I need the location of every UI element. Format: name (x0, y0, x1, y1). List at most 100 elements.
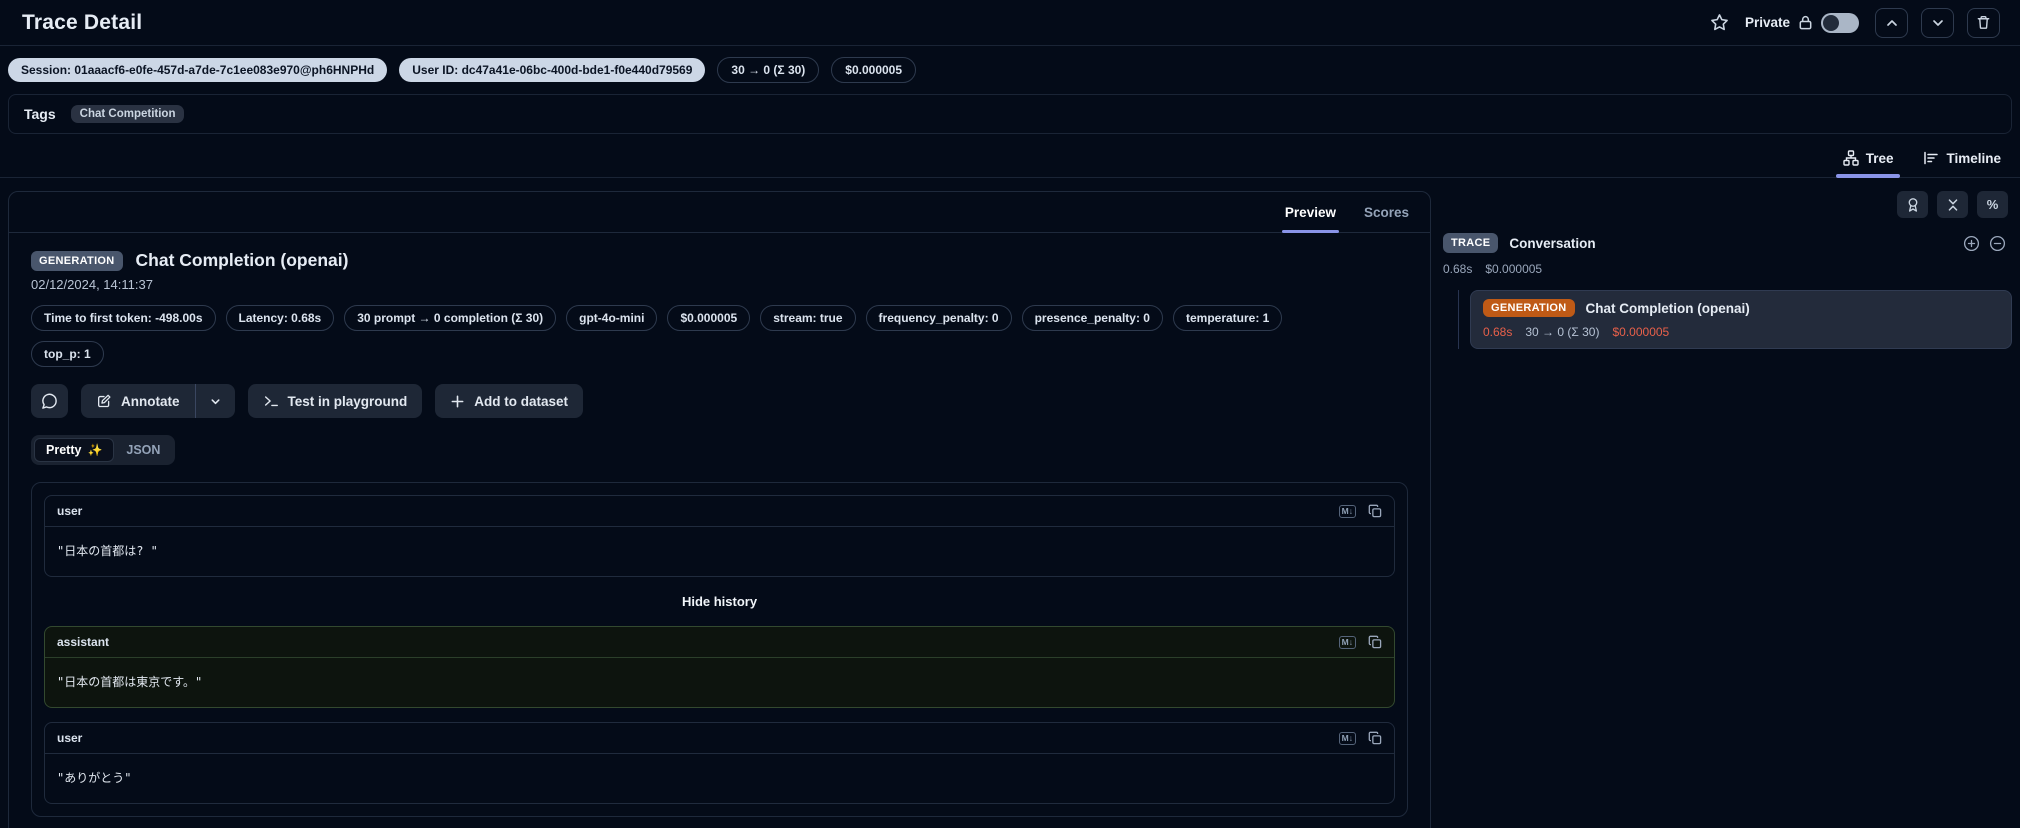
message-role: user (57, 731, 83, 745)
test-in-playground-button[interactable]: Test in playground (247, 384, 423, 418)
badge-temperature: temperature: 1 (1172, 305, 1283, 331)
annotate-dropdown-button[interactable] (194, 384, 235, 418)
annotate-split-button: Annotate (81, 384, 235, 418)
previous-trace-button[interactable] (1875, 7, 1908, 38)
messages-container: user M↓ "日本の首都は? " Hide history assistan… (31, 482, 1408, 817)
message-role: user (57, 504, 83, 518)
trace-tree-sidebar: % TRACE Conversation 0.68s $0.000005 GEN… (1443, 191, 2012, 349)
comments-button[interactable] (31, 384, 68, 418)
observation-title-row: GENERATION Chat Completion (openai) (31, 250, 1408, 271)
percent-icon: % (1986, 197, 1999, 212)
test-in-playground-label: Test in playground (287, 393, 408, 409)
generation-cost: $0.000005 (1612, 325, 1670, 339)
badge-frequency-penalty: frequency_penalty: 0 (865, 305, 1012, 331)
trace-title: Conversation (1509, 235, 1596, 251)
message-header-icons: M↓ (1338, 731, 1382, 745)
chevron-down-icon (1932, 19, 1943, 26)
generation-row-header: GENERATION Chat Completion (openai) (1483, 299, 1999, 317)
privacy-control: Private (1744, 12, 1859, 33)
generation-type-badge: GENERATION (31, 250, 123, 271)
generation-tree-row[interactable]: GENERATION Chat Completion (openai) 0.68… (1470, 290, 2012, 349)
format-json-segment[interactable]: JSON (114, 438, 172, 462)
format-pretty-label: Pretty (46, 443, 82, 457)
format-pretty-segment[interactable]: Pretty ✨ (34, 438, 115, 462)
message-header: user M↓ (45, 723, 1394, 754)
trace-latency: 0.68s (1443, 262, 1473, 276)
sidebar-toolbar: % (1443, 191, 2012, 218)
collapse-all-button[interactable] (1937, 191, 1968, 218)
generation-latency: 0.68s (1483, 325, 1513, 339)
edit-pencil-icon (98, 394, 111, 408)
message-header: user M↓ (45, 496, 1394, 527)
format-toggle: Pretty ✨ JSON (31, 435, 176, 465)
sparkles-icon: ✨ (87, 443, 103, 457)
chevron-up-icon (1886, 19, 1897, 26)
tab-timeline-label: Timeline (1946, 150, 2001, 166)
top-bar-actions: Private (1710, 7, 2000, 38)
copy-icon[interactable] (1368, 504, 1382, 518)
terminal-icon (264, 396, 278, 407)
markdown-toggle-icon[interactable]: M↓ (1338, 635, 1356, 649)
markdown-toggle-icon[interactable]: M↓ (1338, 731, 1356, 745)
message-content: "ありがとう" (57, 771, 132, 785)
observation-timestamp: 02/12/2024, 14:11:37 (31, 277, 153, 292)
copy-icon[interactable] (1368, 635, 1382, 649)
expand-all-plus-icon[interactable] (1963, 235, 1980, 252)
tab-tree[interactable]: Tree (1835, 148, 1901, 178)
delete-trace-button[interactable] (1967, 7, 2000, 38)
actions-row: Annotate Test in playground Add to datas… (31, 384, 1408, 418)
annotate-label: Annotate (121, 393, 180, 409)
privacy-toggle[interactable] (1821, 12, 1859, 33)
next-trace-button[interactable] (1921, 7, 1954, 38)
comment-bubble-icon (42, 393, 57, 409)
timeline-icon (1924, 151, 1939, 165)
scores-medal-button[interactable] (1897, 191, 1928, 218)
annotate-button[interactable]: Annotate (81, 384, 195, 418)
observation-body: GENERATION Chat Completion (openai) 02/1… (9, 233, 1430, 828)
message-header: assistant M↓ (45, 627, 1394, 658)
tab-preview[interactable]: Preview (1281, 192, 1340, 233)
trash-icon (1977, 15, 1990, 29)
toggle-metrics-button[interactable]: % (1977, 191, 2008, 218)
copy-icon[interactable] (1368, 731, 1382, 745)
tag-chat-competition[interactable]: Chat Competition (70, 105, 185, 123)
collapse-all-minus-icon[interactable] (1989, 235, 2006, 252)
toggle-knob (1823, 14, 1839, 31)
tab-scores[interactable]: Scores (1363, 192, 1410, 232)
star-icon[interactable] (1710, 13, 1729, 32)
hide-history-button[interactable]: Hide history (44, 594, 1395, 609)
markdown-toggle-icon[interactable]: M↓ (1338, 504, 1356, 518)
observation-card: Preview Scores GENERATION Chat Completio… (8, 191, 1431, 828)
tree-expand-controls (1963, 235, 2012, 252)
message-content: "日本の首都は東京です。" (57, 675, 203, 689)
top-bar: Trace Detail Private (0, 0, 2020, 46)
privacy-label: Private (1744, 15, 1790, 30)
session-badge[interactable]: Session: 01aaacf6-e0fe-457d-a7de-7c1ee08… (8, 58, 388, 82)
add-to-dataset-button[interactable]: Add to dataset (435, 384, 584, 418)
observation-title: Chat Completion (openai) (135, 250, 349, 270)
observation-badges-row: Time to first token: -498.00s Latency: 0… (31, 305, 1408, 331)
preview-scores-tabs: Preview Scores (9, 192, 1430, 233)
chevron-down-icon (210, 398, 220, 404)
page-title: Trace Detail (22, 10, 143, 34)
generation-metrics: 0.68s 30 → 0 (Σ 30) $0.000005 (1483, 325, 1999, 339)
badge-top-p: top_p: 1 (31, 341, 104, 367)
observation-badges-row-2: top_p: 1 (31, 341, 1408, 367)
tags-label: Tags (24, 106, 56, 122)
message-role: assistant (57, 635, 110, 649)
tab-timeline[interactable]: Timeline (1922, 148, 2002, 177)
generation-type-badge: GENERATION (1483, 299, 1575, 317)
badge-presence-penalty: presence_penalty: 0 (1021, 305, 1163, 331)
trace-type-badge: TRACE (1443, 233, 1499, 253)
trace-meta-row: Session: 01aaacf6-e0fe-457d-a7de-7c1ee08… (0, 46, 2020, 92)
view-tabs: Tree Timeline (0, 138, 2020, 178)
message-user-1: user M↓ "日本の首都は? " (44, 495, 1395, 577)
generation-title: Chat Completion (openai) (1585, 300, 1750, 316)
generation-tokens: 30 → 0 (Σ 30) (1525, 325, 1600, 339)
trace-tree-root-row[interactable]: TRACE Conversation (1443, 233, 2012, 253)
user-id-badge[interactable]: User ID: dc47a41e-06bc-400d-bde1-f0e440d… (399, 58, 706, 82)
message-header-icons: M↓ (1338, 635, 1382, 649)
trace-cost: $0.000005 (1485, 262, 1543, 276)
lock-icon (1797, 14, 1814, 31)
badge-model[interactable]: gpt-4o-mini (566, 305, 658, 331)
